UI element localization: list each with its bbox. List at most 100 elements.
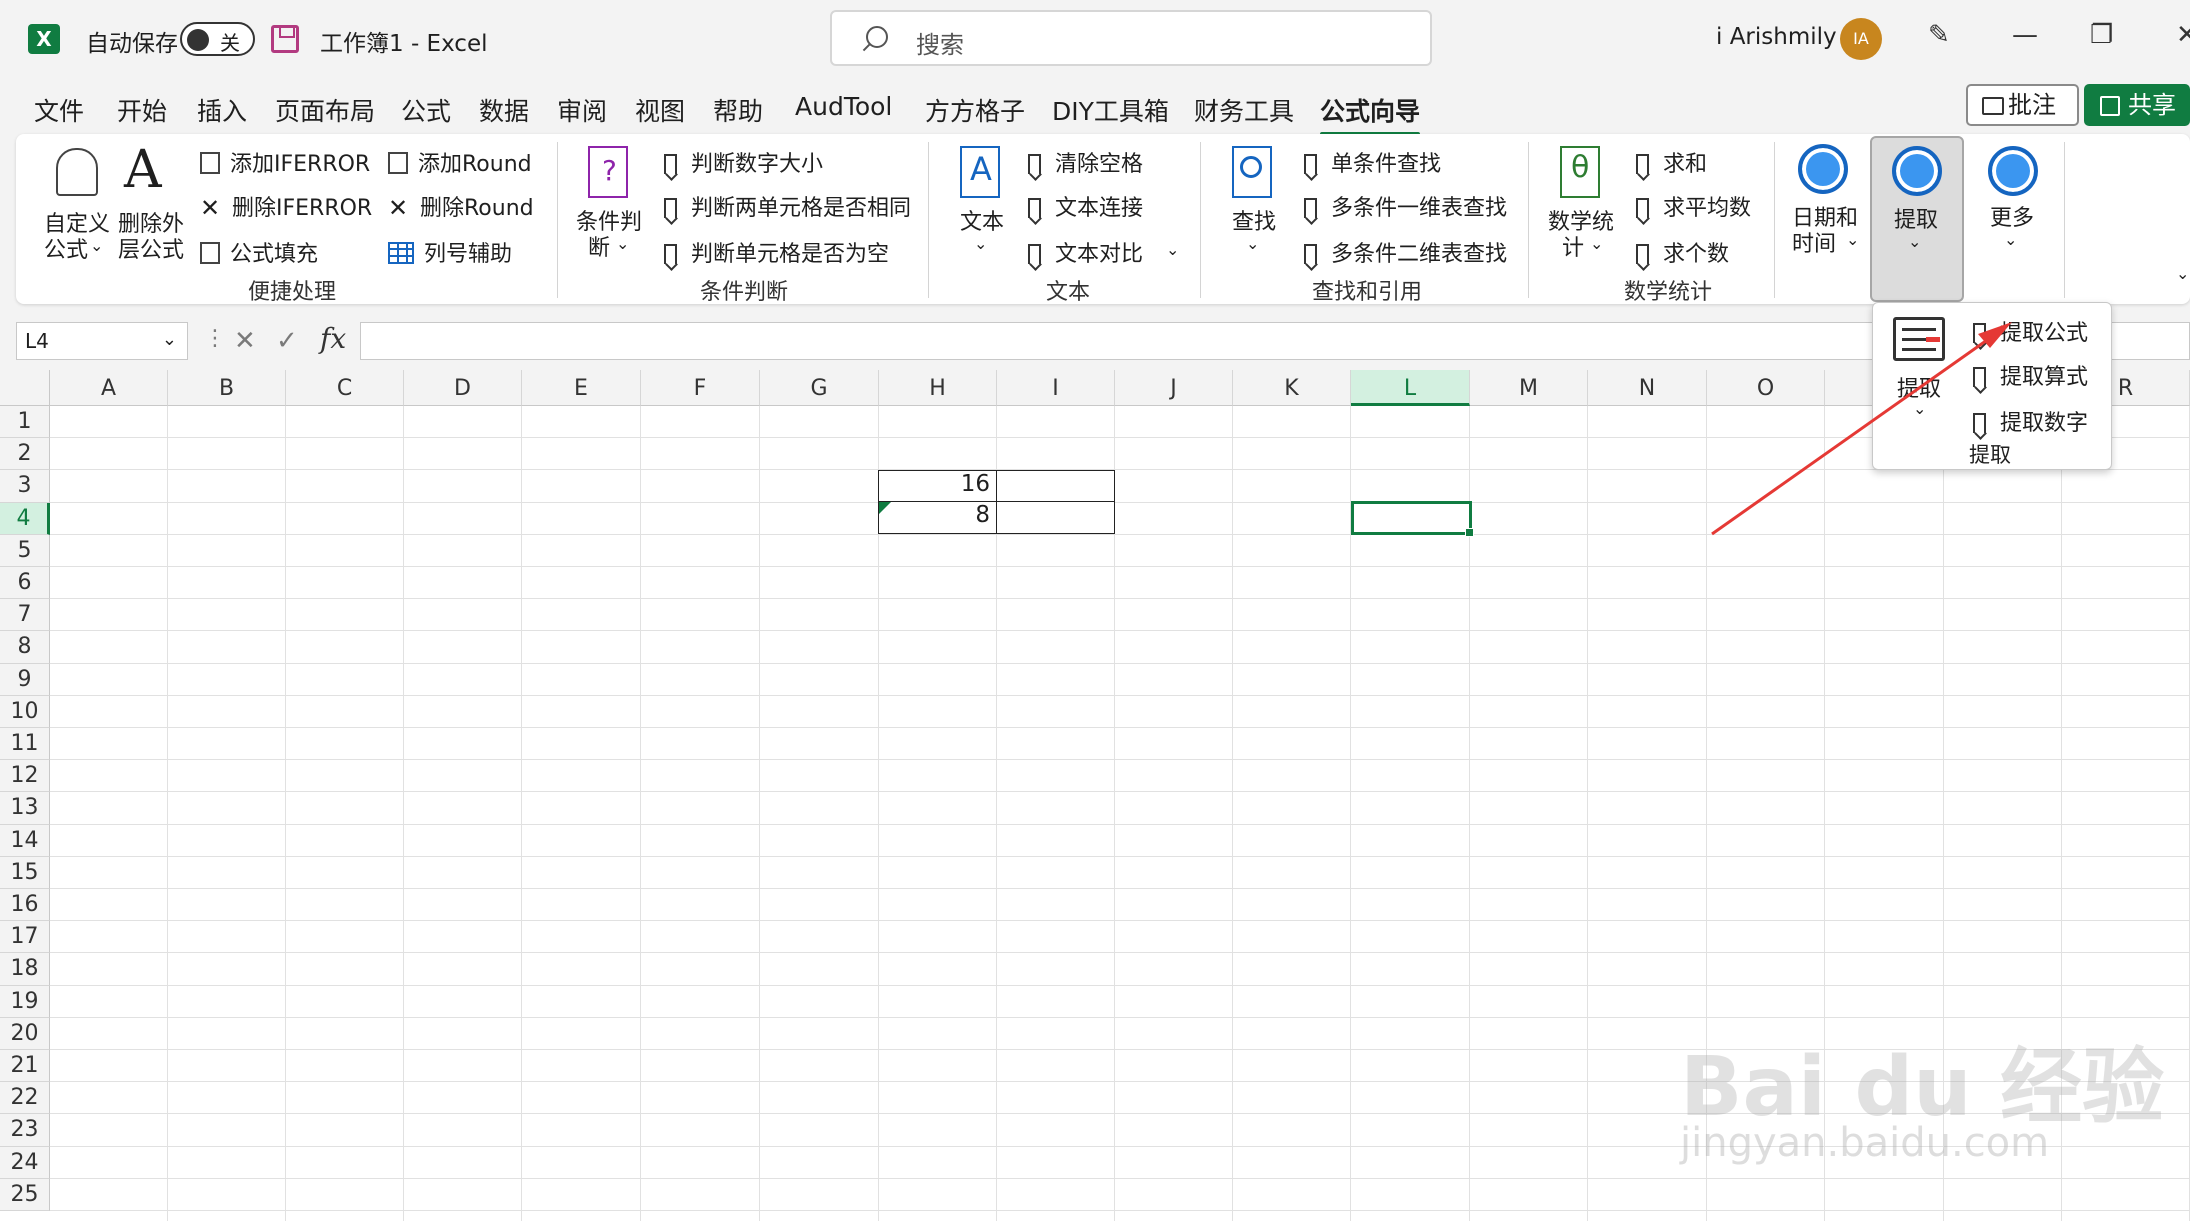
chevron-down-icon[interactable]: ⌄ bbox=[162, 329, 177, 350]
date-time-label-2[interactable]: 时间 bbox=[1792, 226, 1836, 258]
row-header-12[interactable]: 12 bbox=[0, 760, 50, 793]
column-header-a[interactable]: A bbox=[50, 370, 168, 406]
single-condition-lookup-button[interactable]: 单条件查找 bbox=[1304, 146, 1441, 178]
text-label[interactable]: 文本 bbox=[960, 204, 1004, 236]
tab-review[interactable]: 审阅 bbox=[557, 92, 607, 128]
column-header-h[interactable]: H bbox=[879, 370, 997, 406]
tab-formulas[interactable]: 公式 bbox=[401, 92, 451, 128]
cancel-icon[interactable]: ✕ bbox=[234, 326, 256, 356]
column-header-e[interactable]: E bbox=[522, 370, 641, 406]
select-all-corner[interactable] bbox=[0, 370, 50, 406]
tab-data[interactable]: 数据 bbox=[479, 92, 529, 128]
tab-finance[interactable]: 财务工具 bbox=[1194, 92, 1294, 128]
column-header-n[interactable]: N bbox=[1588, 370, 1707, 406]
column-header-c[interactable]: C bbox=[286, 370, 404, 406]
autosave-toggle[interactable]: 关 bbox=[180, 22, 255, 56]
save-icon[interactable] bbox=[271, 25, 299, 53]
tab-formula-wizard[interactable]: 公式向导 bbox=[1320, 92, 1421, 136]
share-button[interactable]: 共享 bbox=[2084, 84, 2190, 126]
row-header-10[interactable]: 10 bbox=[0, 695, 50, 728]
remove-iferror-button[interactable]: ✕ 删除IFERROR bbox=[200, 190, 372, 222]
row-header-7[interactable]: 7 bbox=[0, 599, 50, 632]
multi-condition-2d-lookup-button[interactable]: 多条件二维表查找 bbox=[1304, 236, 1507, 268]
row-header-2[interactable]: 2 bbox=[0, 438, 50, 471]
add-iferror-button[interactable]: 添加IFERROR bbox=[200, 146, 370, 178]
minimize-icon[interactable]: — bbox=[2012, 20, 2038, 50]
row-header-6[interactable]: 6 bbox=[0, 567, 50, 600]
row-header-16[interactable]: 16 bbox=[0, 889, 50, 922]
math-stats-label-2[interactable]: 计 bbox=[1562, 230, 1584, 262]
formula-fill-button[interactable]: 公式填充 bbox=[200, 236, 318, 268]
tab-file[interactable]: 文件 bbox=[34, 92, 84, 128]
tab-view[interactable]: 视图 bbox=[635, 92, 685, 128]
multi-condition-1d-lookup-button[interactable]: 多条件一维表查找 bbox=[1304, 190, 1507, 222]
sum-button[interactable]: 求和 bbox=[1636, 146, 1707, 178]
column-header-g[interactable]: G bbox=[760, 370, 879, 406]
more-button[interactable]: 更多 bbox=[1990, 200, 2034, 232]
judge-cells-equal-button[interactable]: 判断两单元格是否相同 bbox=[664, 190, 911, 222]
row-header-14[interactable]: 14 bbox=[0, 824, 50, 857]
row-header-21[interactable]: 21 bbox=[0, 1050, 50, 1083]
clear-spaces-button[interactable]: 清除空格 bbox=[1028, 146, 1143, 178]
column-header-f[interactable]: F bbox=[641, 370, 760, 406]
condition-judge-label-2[interactable]: 断 bbox=[588, 230, 610, 262]
row-header-25[interactable]: 25 bbox=[0, 1178, 50, 1211]
column-header-b[interactable]: B bbox=[168, 370, 286, 406]
judge-cell-empty-button[interactable]: 判断单元格是否为空 bbox=[664, 236, 889, 268]
cell-i3[interactable] bbox=[996, 470, 1115, 503]
tab-home[interactable]: 开始 bbox=[117, 92, 167, 128]
tab-audtool[interactable]: AudTool bbox=[795, 92, 892, 121]
comment-button[interactable]: 批注 bbox=[1966, 84, 2079, 126]
cell-h3[interactable]: 16 bbox=[878, 470, 997, 503]
tab-diy-toolbox[interactable]: DIY工具箱 bbox=[1052, 92, 1169, 128]
row-header-3[interactable]: 3 bbox=[0, 470, 50, 503]
row-header-18[interactable]: 18 bbox=[0, 953, 50, 986]
tab-fangfang[interactable]: 方方格子 bbox=[925, 92, 1025, 128]
row-header-19[interactable]: 19 bbox=[0, 985, 50, 1018]
column-number-button[interactable]: 列号辅助 bbox=[388, 236, 512, 268]
row-header-23[interactable]: 23 bbox=[0, 1114, 50, 1147]
restore-icon[interactable]: ❐ bbox=[2090, 20, 2113, 50]
column-header-k[interactable]: K bbox=[1233, 370, 1351, 406]
custom-formula-label-2[interactable]: 公式 bbox=[44, 232, 88, 264]
row-header-11[interactable]: 11 bbox=[0, 728, 50, 761]
lookup-label[interactable]: 查找 bbox=[1232, 204, 1276, 236]
extract-expression-item[interactable]: 提取算式 bbox=[1973, 359, 2088, 391]
add-round-button[interactable]: 添加Round bbox=[388, 146, 532, 178]
remove-round-button[interactable]: ✕ 删除Round bbox=[388, 190, 534, 222]
text-join-button[interactable]: 文本连接 bbox=[1028, 190, 1143, 222]
average-button[interactable]: 求平均数 bbox=[1636, 190, 1751, 222]
avatar[interactable]: IA bbox=[1840, 18, 1882, 60]
row-header-4[interactable]: 4 bbox=[0, 502, 50, 535]
column-header-j[interactable]: J bbox=[1115, 370, 1233, 406]
row-header-20[interactable]: 20 bbox=[0, 1017, 50, 1050]
column-header-m[interactable]: M bbox=[1470, 370, 1588, 406]
tab-help[interactable]: 帮助 bbox=[713, 92, 763, 128]
tab-page-layout[interactable]: 页面布局 bbox=[275, 92, 375, 128]
extract-formula-item[interactable]: 提取公式 bbox=[1973, 315, 2088, 347]
row-header-5[interactable]: 5 bbox=[0, 534, 50, 567]
ribbon-collapse-chevron-icon[interactable]: ⌄ bbox=[2176, 264, 2189, 283]
row-header-24[interactable]: 24 bbox=[0, 1146, 50, 1179]
row-header-17[interactable]: 17 bbox=[0, 921, 50, 954]
row-header-8[interactable]: 8 bbox=[0, 631, 50, 664]
pen-icon[interactable]: ✎ bbox=[1928, 20, 1950, 50]
row-header-13[interactable]: 13 bbox=[0, 792, 50, 825]
extract-number-item[interactable]: 提取数字 bbox=[1973, 405, 2088, 437]
judge-number-size-button[interactable]: 判断数字大小 bbox=[664, 146, 823, 178]
count-button[interactable]: 求个数 bbox=[1636, 236, 1729, 268]
enter-icon[interactable]: ✓ bbox=[276, 326, 298, 356]
chevron-down-icon[interactable]: ⌄ bbox=[1166, 240, 1179, 259]
cell-h4[interactable]: 8 bbox=[878, 501, 997, 534]
row-header-22[interactable]: 22 bbox=[0, 1082, 50, 1115]
tab-insert[interactable]: 插入 bbox=[197, 92, 247, 128]
selected-cell-l4[interactable] bbox=[1351, 501, 1474, 537]
more-options-icon[interactable]: ⋮ bbox=[204, 326, 226, 351]
remove-outer-label-2[interactable]: 层公式 bbox=[118, 232, 184, 264]
column-header-d[interactable]: D bbox=[404, 370, 522, 406]
column-header-i[interactable]: I bbox=[997, 370, 1115, 406]
column-header-o[interactable]: O bbox=[1707, 370, 1825, 406]
extract-button[interactable]: 提取 ⌄ bbox=[1870, 136, 1964, 302]
close-icon[interactable]: ✕ bbox=[2176, 20, 2190, 50]
name-box[interactable]: L4 ⌄ bbox=[16, 322, 188, 360]
